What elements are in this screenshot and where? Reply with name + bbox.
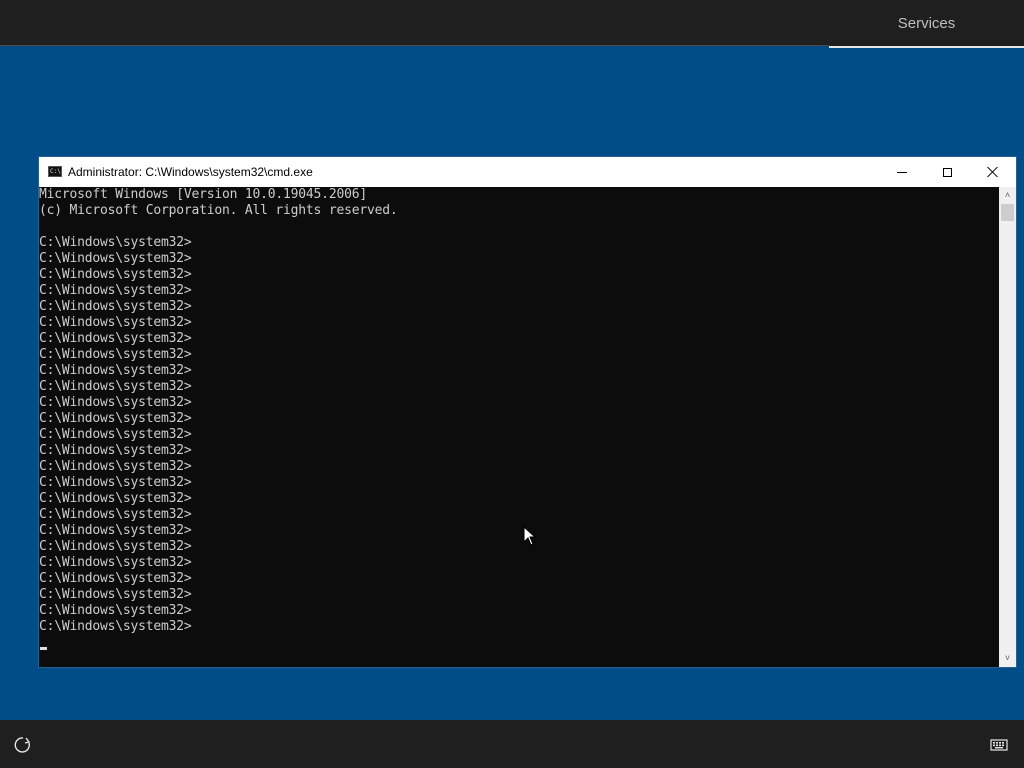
text-cursor [40,647,47,650]
console-line: C:\Windows\system32> [39,267,192,282]
top-bar-divider [0,45,829,46]
console-line: C:\Windows\system32> [39,331,192,346]
console-line: C:\Windows\system32> [39,395,192,410]
cmd-app-icon-text: C:\ [50,168,61,175]
scroll-down-button[interactable]: ˅ [999,650,1016,667]
console-output[interactable]: Microsoft Windows [Version 10.0.19045.20… [39,187,999,667]
console-line: C:\Windows\system32> [39,603,192,618]
cmd-app-icon[interactable]: C:\ [48,166,62,177]
minimize-icon [897,171,907,173]
scroll-up-button[interactable]: ˄ [999,187,1016,204]
close-button[interactable] [970,157,1016,187]
mouse-pointer-icon [523,526,537,546]
maximize-button[interactable] [924,157,970,187]
chevron-up-icon: ˄ [1004,190,1011,200]
console-line: C:\Windows\system32> [39,571,192,586]
console-line: C:\Windows\system32> [39,347,192,362]
console-line: C:\Windows\system32> [39,459,192,474]
cmd-window[interactable]: C:\ Administrator: C:\Windows\system32\c… [39,157,1016,667]
window-titlebar[interactable]: C:\ Administrator: C:\Windows\system32\c… [39,157,1016,187]
scroll-thumb[interactable] [1001,204,1014,221]
console-line: C:\Windows\system32> [39,315,192,330]
window-title: Administrator: C:\Windows\system32\cmd.e… [68,165,313,179]
power-icon[interactable] [12,734,34,756]
console-line: C:\Windows\system32> [39,523,192,538]
console-line: Microsoft Windows [Version 10.0.19045.20… [39,187,367,202]
console-line: C:\Windows\system32> [39,475,192,490]
bottom-bar [0,720,1024,768]
maximize-icon [942,167,952,177]
console-line: C:\Windows\system32> [39,235,192,250]
console-line: C:\Windows\system32> [39,443,192,458]
console-line: C:\Windows\system32> [39,379,192,394]
console-line: C:\Windows\system32> [39,539,192,554]
minimize-button[interactable] [879,157,925,187]
console-line: C:\Windows\system32> [39,427,192,442]
keyboard-icon[interactable] [988,734,1010,756]
chevron-down-icon: ˅ [1004,653,1011,663]
console-line: C:\Windows\system32> [39,619,192,634]
vertical-scrollbar[interactable]: ˄ ˅ [999,187,1016,667]
console-line: (c) Microsoft Corporation. All rights re… [39,203,398,218]
console-line: C:\Windows\system32> [39,411,192,426]
top-bar: Services [0,0,1024,48]
tab-services[interactable]: Services [829,0,1024,48]
console-line: C:\Windows\system32> [39,251,192,266]
close-icon [987,166,999,178]
console-line: C:\Windows\system32> [39,507,192,522]
console-line: C:\Windows\system32> [39,283,192,298]
console-line: C:\Windows\system32> [39,555,192,570]
console-line: C:\Windows\system32> [39,363,192,378]
console-line: C:\Windows\system32> [39,587,192,602]
console-line: C:\Windows\system32> [39,299,192,314]
console-line: C:\Windows\system32> [39,491,192,506]
